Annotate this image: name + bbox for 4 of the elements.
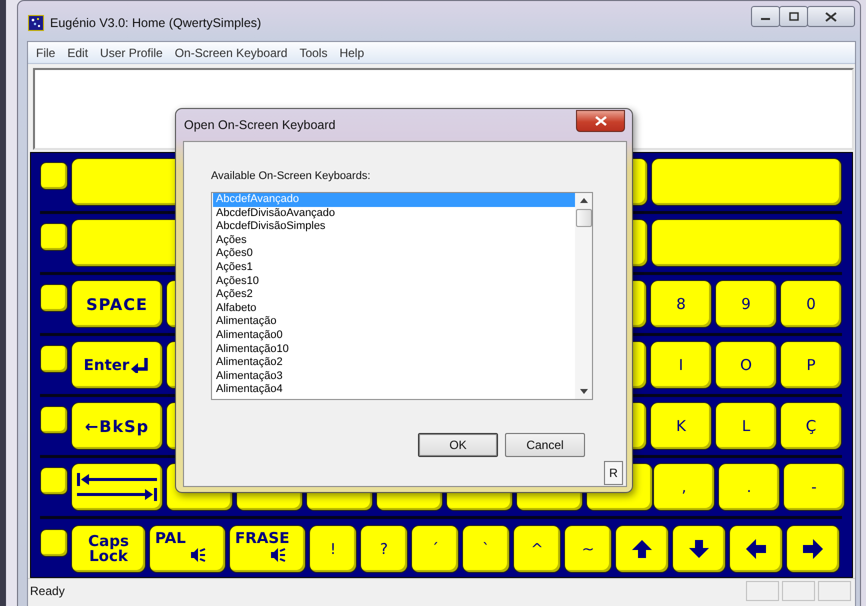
dialog-title: Open On-Screen Keyboard — [184, 118, 336, 132]
list-label: Available On-Screen Keyboards: — [211, 170, 372, 182]
window-title: Eugénio V3.0: Home (QwertySimples) — [50, 16, 262, 30]
status-text: Ready — [29, 584, 66, 598]
